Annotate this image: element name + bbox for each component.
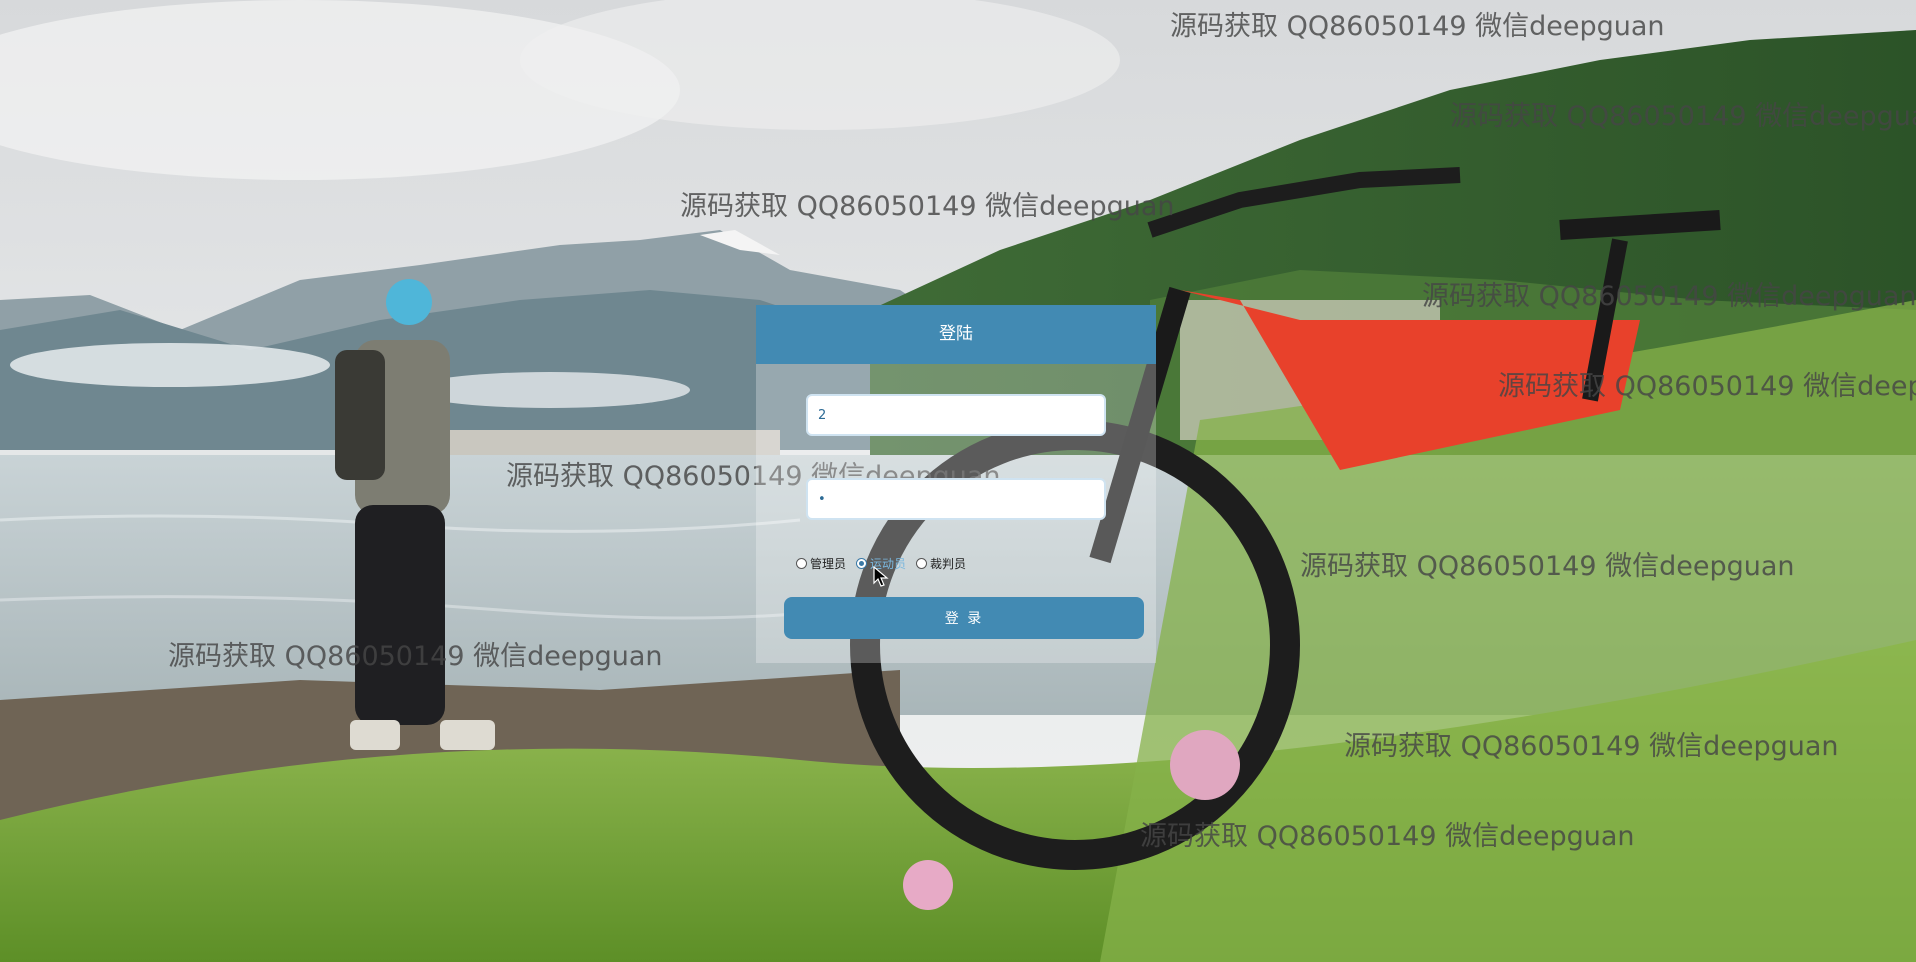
role-radio-group: 管理员 运动员 裁判员 [796,554,976,572]
login-page: 源码获取 QQ86050149 微信deepguan 源码获取 QQ860501… [0,0,1916,962]
login-title: 登陆 [756,305,1156,364]
role-label-athlete: 运动员 [870,556,907,571]
radio-icon[interactable] [856,557,868,569]
role-option-referee[interactable]: 裁判员 [916,555,966,572]
login-panel: 登陆 管理员 运动员 裁判员 登 录 [756,305,1156,663]
username-input[interactable] [806,394,1106,436]
radio-icon[interactable] [916,557,928,569]
role-option-athlete[interactable]: 运动员 [856,555,906,572]
radio-icon[interactable] [796,557,807,569]
login-button[interactable]: 登 录 [784,597,1144,639]
role-label-referee: 裁判员 [930,556,967,571]
role-label-admin: 管理员 [810,556,847,571]
role-option-admin[interactable]: 管理员 [796,555,846,572]
password-input[interactable] [806,478,1106,520]
